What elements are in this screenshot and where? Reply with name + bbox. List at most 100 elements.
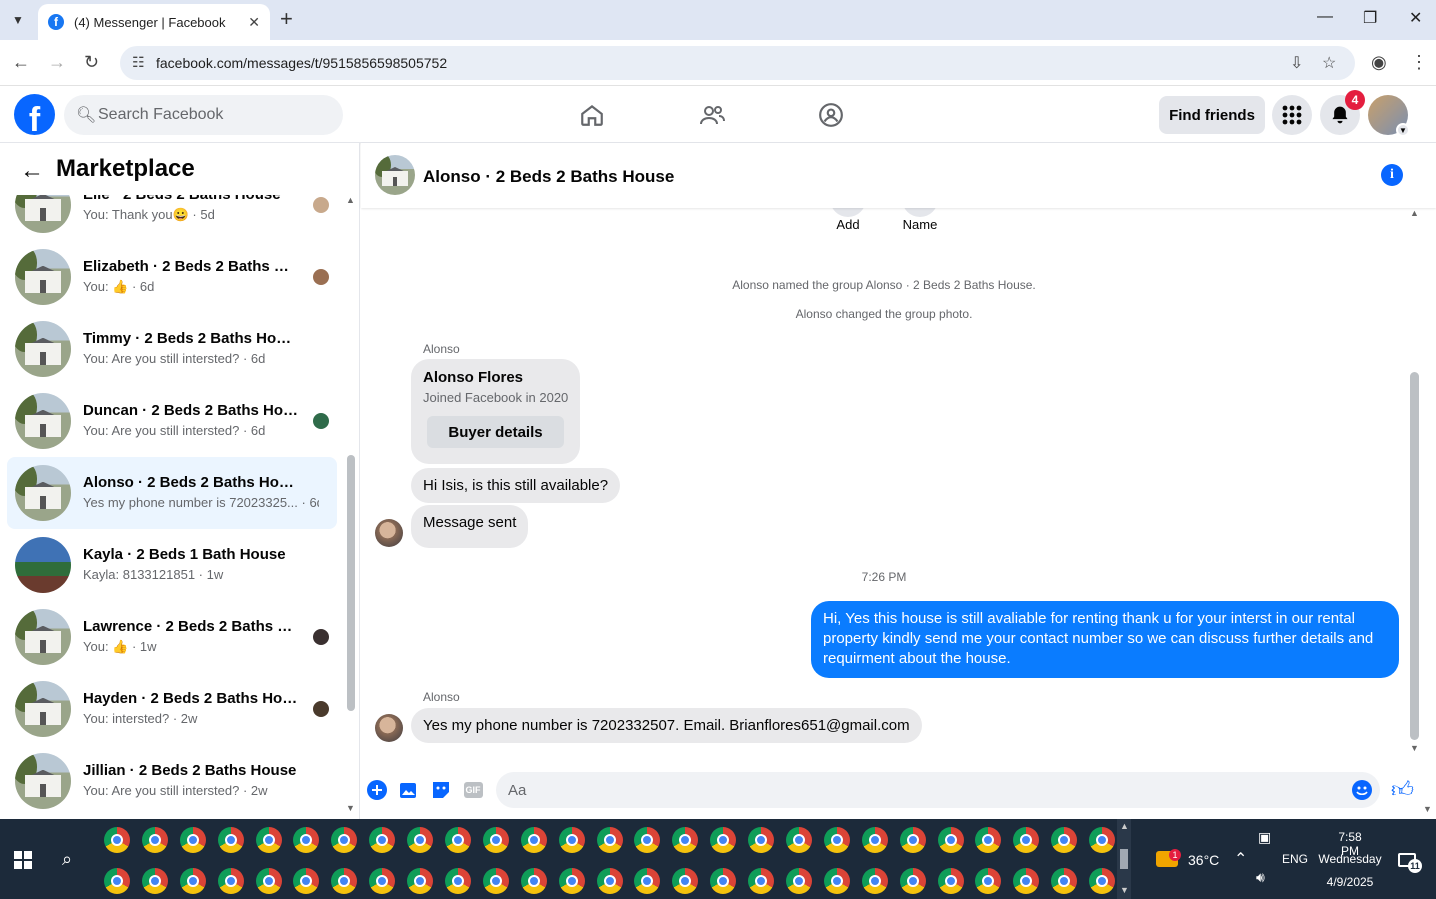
minimize-icon[interactable]: —: [1317, 8, 1333, 26]
chrome-app-icon[interactable]: [786, 868, 813, 894]
chrome-app-icon[interactable]: [1013, 827, 1040, 853]
more-actions-plus-icon[interactable]: [367, 780, 387, 800]
friends-icon[interactable]: [696, 100, 728, 130]
taskbar-search-icon[interactable]: ⌕: [62, 849, 72, 870]
install-app-icon[interactable]: ⇩: [1290, 53, 1303, 73]
gif-icon[interactable]: GIF: [462, 780, 484, 800]
chrome-app-icon[interactable]: [179, 868, 206, 894]
chrome-app-icon[interactable]: [558, 868, 585, 894]
tab-close-icon[interactable]: ✕: [248, 14, 260, 31]
language-indicator[interactable]: ENG: [1282, 852, 1308, 866]
chrome-app-icon[interactable]: [596, 868, 623, 894]
profile-icon[interactable]: ◉: [1371, 52, 1387, 73]
chrome-app-icon[interactable]: [823, 868, 850, 894]
chrome-app-icon[interactable]: [861, 868, 888, 894]
chrome-app-icon[interactable]: [1089, 868, 1116, 894]
find-friends-button[interactable]: Find friends: [1159, 96, 1265, 134]
chrome-app-icon[interactable]: [331, 827, 358, 853]
meet-now-icon[interactable]: ▣: [1258, 829, 1271, 846]
chrome-app-icon[interactable]: [369, 868, 396, 894]
chrome-app-icon[interactable]: [217, 868, 244, 894]
close-window-icon[interactable]: ✕: [1409, 8, 1422, 28]
chrome-app-icon[interactable]: [331, 868, 358, 894]
conversation-item[interactable]: Jillian · 2 Beds 2 Baths House You: Are …: [7, 745, 337, 817]
tray-chevron-up-icon[interactable]: ⌃: [1234, 849, 1247, 869]
sticker-icon[interactable]: [431, 780, 451, 800]
tab-search-dropdown-icon[interactable]: ▼: [6, 8, 30, 32]
scroll-down-icon[interactable]: ▼: [346, 803, 355, 813]
new-tab-button[interactable]: +: [280, 8, 293, 30]
chrome-app-icon[interactable]: [1051, 868, 1078, 894]
chrome-app-icon[interactable]: [482, 868, 509, 894]
chrome-app-icon[interactable]: [710, 868, 737, 894]
thread-scrollbar[interactable]: ▲ ▼: [1409, 208, 1421, 760]
chrome-app-icon[interactable]: [861, 827, 888, 853]
scroll-up-icon[interactable]: ▲: [346, 195, 355, 205]
scroll-down-icon[interactable]: ▼: [1120, 885, 1129, 895]
emoji-icon[interactable]: [1352, 780, 1372, 800]
volume-icon[interactable]: 🔊︎: [1256, 869, 1265, 886]
chrome-app-icon[interactable]: [558, 827, 585, 853]
account-avatar[interactable]: ▼: [1368, 95, 1410, 137]
groups-icon[interactable]: [815, 100, 847, 130]
chrome-app-icon[interactable]: [179, 827, 206, 853]
chrome-app-icon[interactable]: [407, 868, 434, 894]
chat-title[interactable]: Alonso · 2 Beds 2 Baths House: [423, 167, 674, 187]
notification-center-icon[interactable]: 11: [1398, 853, 1422, 873]
chrome-app-icon[interactable]: [407, 827, 434, 853]
chrome-app-icon[interactable]: [482, 827, 509, 853]
chrome-app-icon[interactable]: [672, 827, 699, 853]
chrome-app-icon[interactable]: [823, 827, 850, 853]
browser-tab-messenger[interactable]: f (4) Messenger | Facebook ✕: [38, 4, 270, 40]
address-bar[interactable]: ☷ facebook.com/messages/t/95158565985057…: [120, 46, 1355, 80]
conversation-item[interactable]: Timmy · 2 Beds 2 Baths House You: Are yo…: [7, 313, 337, 385]
chrome-app-icon[interactable]: [141, 868, 168, 894]
facebook-logo-icon[interactable]: f: [14, 94, 55, 135]
chrome-app-icon[interactable]: [748, 827, 775, 853]
taskbar-overflow-scrollbar[interactable]: ▲ ▼: [1117, 819, 1131, 899]
attach-photo-icon[interactable]: [399, 780, 419, 800]
chrome-app-icon[interactable]: [899, 868, 926, 894]
scrollbar-thumb[interactable]: [1410, 372, 1419, 740]
sender-avatar[interactable]: [375, 519, 403, 547]
windows-start-icon[interactable]: [14, 851, 32, 869]
chrome-app-icon[interactable]: [975, 868, 1002, 894]
chrome-app-icon[interactable]: [520, 827, 547, 853]
browser-menu-icon[interactable]: ⋮: [1410, 52, 1428, 73]
chrome-app-icon[interactable]: [975, 827, 1002, 853]
conversation-item[interactable]: Duncan · 2 Beds 2 Baths House You: Are y…: [7, 385, 337, 457]
scroll-down-icon[interactable]: ▼: [1410, 743, 1419, 753]
conversation-item[interactable]: Kayla · 2 Beds 1 Bath House Kayla: 81331…: [7, 529, 337, 601]
info-icon[interactable]: i: [1381, 164, 1403, 186]
buyer-details-button[interactable]: Buyer details: [427, 416, 564, 448]
conversation-item[interactable]: Elizabeth · 2 Beds 2 Baths Ho... You: 👍 …: [7, 241, 337, 313]
chrome-app-icon[interactable]: [1013, 868, 1040, 894]
chrome-app-icon[interactable]: [104, 868, 130, 894]
chrome-app-icon[interactable]: [786, 827, 813, 853]
add-people-action[interactable]: Add: [830, 197, 866, 232]
scroll-up-icon[interactable]: ▲: [1120, 821, 1129, 831]
scroll-down-icon[interactable]: ▼: [1423, 804, 1432, 814]
conversation-item[interactable]: Hayden · 2 Beds 2 Baths House You: inter…: [7, 673, 337, 745]
chrome-app-icon[interactable]: [634, 827, 661, 853]
bookmark-star-icon[interactable]: ☆: [1322, 53, 1336, 73]
reload-icon[interactable]: ↻: [84, 52, 99, 73]
sidebar-scrollbar[interactable]: ▲ ▼: [346, 195, 356, 815]
back-arrow-icon[interactable]: ←: [20, 157, 44, 185]
chrome-app-icon[interactable]: [293, 827, 320, 853]
restore-icon[interactable]: ❐: [1363, 8, 1377, 28]
chrome-app-icon[interactable]: [937, 868, 964, 894]
message-input[interactable]: [496, 772, 1380, 808]
chrome-app-icon[interactable]: [217, 827, 244, 853]
chrome-app-icon[interactable]: [634, 868, 661, 894]
like-thumbs-up-icon[interactable]: 👍︎: [1391, 776, 1414, 803]
back-icon[interactable]: ←: [12, 52, 30, 73]
chrome-app-icon[interactable]: [445, 827, 472, 853]
chrome-app-icon[interactable]: [255, 868, 282, 894]
sender-avatar[interactable]: [375, 714, 403, 742]
chrome-app-icon[interactable]: [104, 827, 130, 853]
chrome-app-icon[interactable]: [596, 827, 623, 853]
chrome-app-icon[interactable]: [255, 827, 282, 853]
chrome-app-icon[interactable]: [1089, 827, 1116, 853]
menu-grid-icon[interactable]: [1272, 95, 1312, 135]
